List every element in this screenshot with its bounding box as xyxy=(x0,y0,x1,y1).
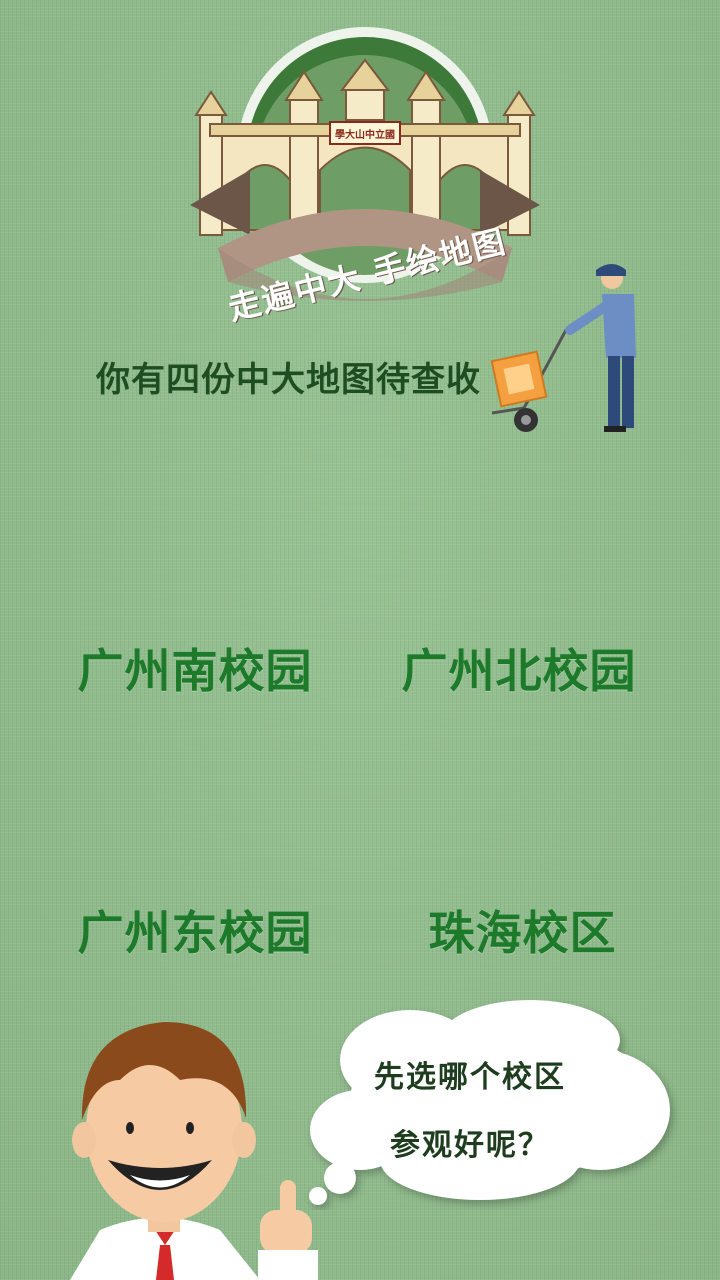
page: 學大山中立國 走遍中大 手绘地图 你有四份中大地图待查收 广州南校园 广州北校园… xyxy=(0,0,720,1280)
porter-trolley-icon xyxy=(490,264,636,432)
boy-character-icon xyxy=(70,1022,318,1280)
campus-button-guangzhou-east[interactable]: 广州东校园 xyxy=(78,898,312,962)
speech-line-2: 参观好呢？ xyxy=(390,1128,550,1163)
page-subtitle: 你有四份中大地图待查收 xyxy=(96,360,481,400)
campus-button-guangzhou-north[interactable]: 广州北校园 xyxy=(402,636,636,700)
thought-cloud-icon xyxy=(309,1000,670,1205)
campus-button-zhuhai[interactable]: 珠海校区 xyxy=(429,898,616,962)
speech-line-1: 先选哪个校区 xyxy=(374,1060,566,1095)
thought-cloud: 先选哪个校区 参观好呢？ xyxy=(300,1000,680,1210)
campus-button-guangzhou-south[interactable]: 广州南校园 xyxy=(78,636,312,700)
gate-plaque-text: 學大山中立國 xyxy=(335,130,395,141)
